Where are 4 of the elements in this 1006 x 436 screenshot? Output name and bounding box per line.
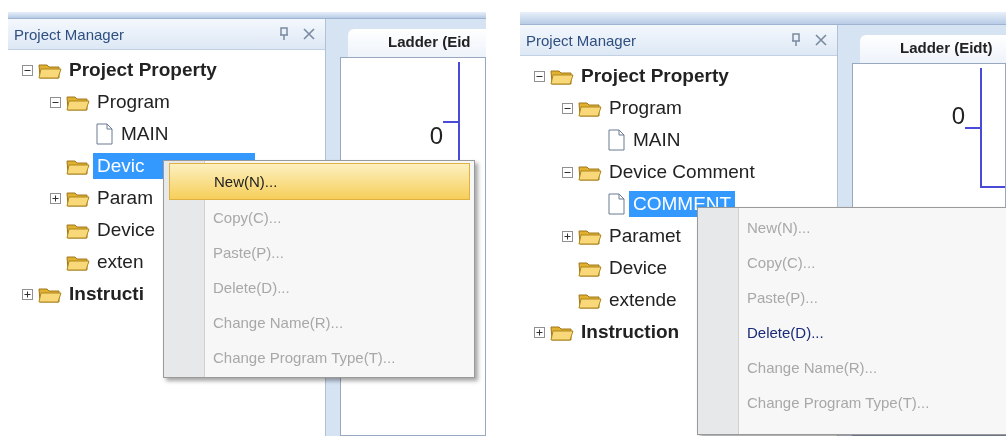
panel-title: Project Manager [526, 31, 638, 49]
panel-title: Project Manager [14, 25, 126, 43]
rung-number: 0 [429, 122, 443, 150]
rung-number: 0 [951, 102, 965, 130]
